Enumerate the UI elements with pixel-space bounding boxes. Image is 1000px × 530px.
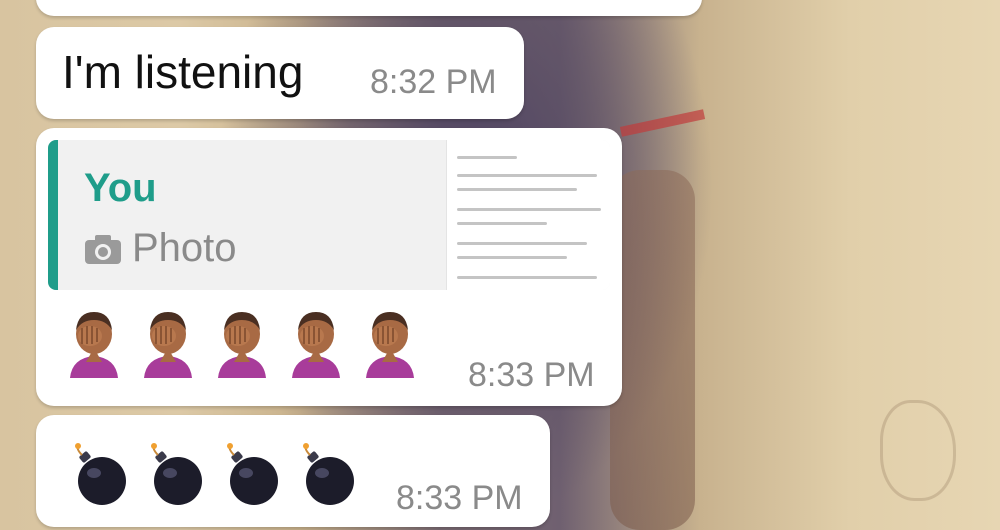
message-bubble[interactable]: You Photo 8:33 PM — [36, 128, 622, 406]
thumbnail-text-line — [457, 222, 547, 225]
message-timestamp: 8:33 PM — [468, 356, 595, 394]
bomb-emoji — [227, 443, 278, 505]
facepalm-emoji — [366, 312, 414, 378]
previous-message-bubble[interactable] — [36, 0, 702, 16]
facepalm-emoji — [70, 312, 118, 378]
wallpaper-arm — [610, 170, 695, 530]
quote-author: You — [84, 166, 157, 210]
message-text: I'm listening — [62, 46, 304, 98]
facepalm-emoji — [144, 312, 192, 378]
message-timestamp: 8:32 PM — [370, 63, 497, 101]
wallpaper-mark — [880, 400, 956, 501]
message-bubble[interactable]: I'm listening 8:32 PM — [36, 27, 524, 119]
facepalm-emoji — [292, 312, 340, 378]
emoji-row — [72, 443, 358, 507]
quote-type-label: Photo — [132, 226, 237, 270]
thumbnail-text-line — [457, 256, 567, 259]
facepalm-emoji — [218, 312, 266, 378]
thumbnail-text-line — [457, 174, 597, 177]
bomb-emoji — [303, 443, 354, 505]
bomb-emoji — [75, 443, 126, 505]
quote-accent-bar — [48, 140, 58, 290]
thumbnail-text-line — [457, 156, 517, 159]
message-bubble[interactable]: 8:33 PM — [36, 415, 550, 527]
camera-icon — [85, 234, 121, 264]
thumbnail-text-line — [457, 276, 597, 279]
message-timestamp: 8:33 PM — [396, 479, 523, 517]
quote-type: Photo — [84, 226, 237, 271]
bomb-emoji — [151, 443, 202, 505]
thumbnail-text-line — [457, 242, 587, 245]
thumbnail-text-line — [457, 208, 601, 211]
thumbnail-text-line — [457, 188, 577, 191]
quoted-message[interactable]: You Photo — [48, 140, 610, 290]
emoji-row — [66, 308, 418, 378]
photo-thumbnail[interactable] — [446, 140, 610, 290]
